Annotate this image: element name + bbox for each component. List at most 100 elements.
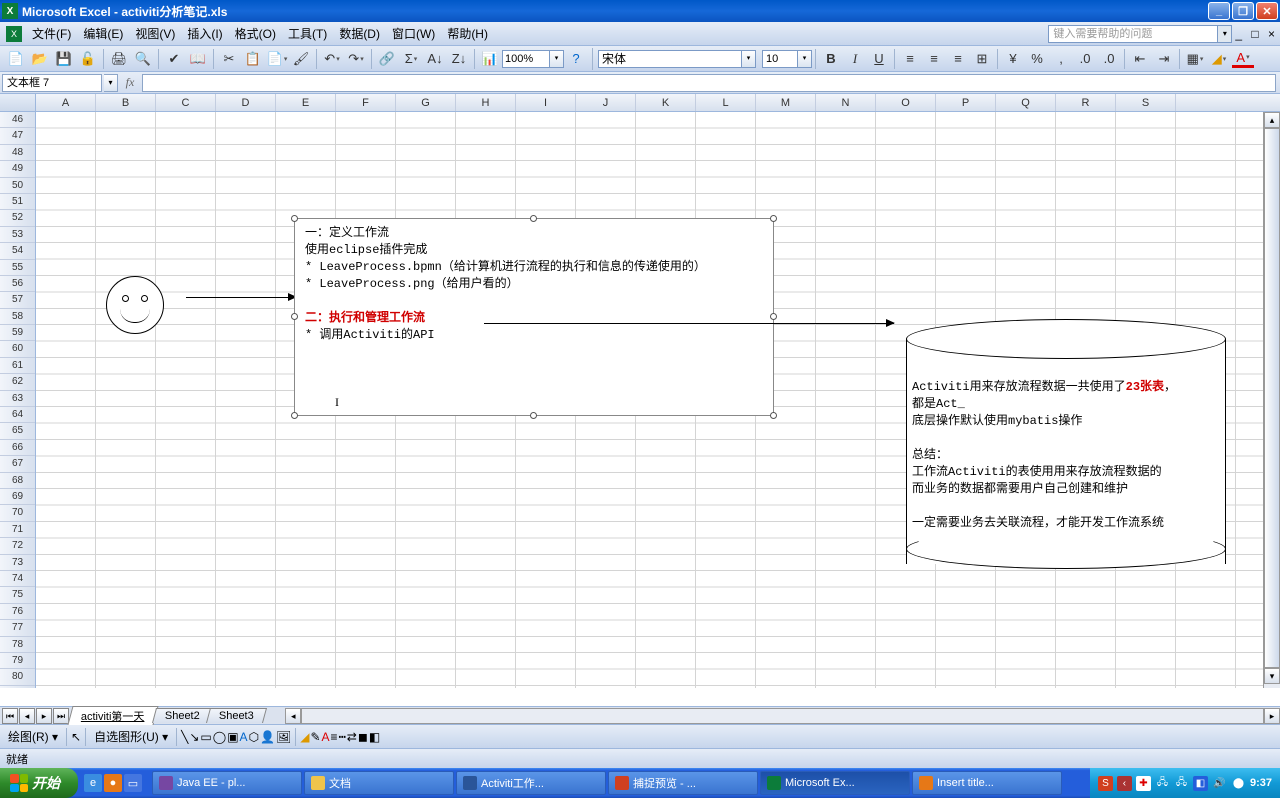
maximize-button[interactable]: ❐: [1232, 2, 1254, 20]
align-right-button[interactable]: ≡: [947, 48, 969, 70]
decrease-indent-button[interactable]: ⇤: [1129, 48, 1151, 70]
currency-button[interactable]: ¥: [1002, 48, 1024, 70]
column-header[interactable]: A: [36, 94, 96, 111]
row-header[interactable]: 73: [0, 555, 35, 571]
row-header[interactable]: 62: [0, 374, 35, 390]
oval-button[interactable]: ◯: [213, 730, 226, 744]
name-box[interactable]: 文本框 7: [2, 74, 102, 92]
column-header[interactable]: G: [396, 94, 456, 111]
textbox-button[interactable]: ▣: [227, 730, 238, 744]
tab-nav-prev[interactable]: ◂: [19, 708, 35, 724]
line-button[interactable]: ╲: [181, 730, 188, 744]
row-header[interactable]: 51: [0, 194, 35, 210]
percent-button[interactable]: %: [1026, 48, 1048, 70]
tab-nav-last[interactable]: ⏭: [53, 708, 69, 724]
row-header[interactable]: 74: [0, 571, 35, 587]
tray-health-icon[interactable]: ✚: [1136, 776, 1151, 791]
column-header[interactable]: D: [216, 94, 276, 111]
rectangle-button[interactable]: ▭: [200, 730, 211, 744]
column-header[interactable]: K: [636, 94, 696, 111]
row-header[interactable]: 67: [0, 456, 35, 472]
ie-icon[interactable]: e: [84, 774, 102, 792]
tray-clock[interactable]: 9:37: [1250, 777, 1272, 789]
start-button[interactable]: 开始: [0, 768, 78, 798]
row-header[interactable]: 66: [0, 440, 35, 456]
menu-tools[interactable]: 工具(T): [282, 23, 333, 44]
row-header[interactable]: 78: [0, 637, 35, 653]
zoom-dropdown[interactable]: ▾: [550, 50, 564, 68]
preview-button[interactable]: 🔍: [132, 48, 154, 70]
column-header[interactable]: M: [756, 94, 816, 111]
task-excel[interactable]: Microsoft Ex...: [760, 771, 910, 795]
tray-volume-icon[interactable]: 🔊: [1212, 776, 1227, 791]
column-header[interactable]: N: [816, 94, 876, 111]
sheet-tab-3[interactable]: Sheet3: [206, 708, 267, 723]
resize-handle[interactable]: [770, 215, 777, 222]
cut-button[interactable]: ✂: [218, 48, 240, 70]
row-header[interactable]: 56: [0, 276, 35, 292]
horizontal-scrollbar[interactable]: ◂ ▸: [285, 708, 1280, 724]
task-java-ee[interactable]: Java EE - pl...: [152, 771, 302, 795]
menu-edit[interactable]: 编辑(E): [77, 23, 129, 44]
column-header[interactable]: S: [1116, 94, 1176, 111]
scroll-left-button[interactable]: ◂: [285, 708, 301, 724]
row-header[interactable]: 54: [0, 243, 35, 259]
task-documents[interactable]: 文档: [304, 771, 454, 795]
cells-area[interactable]: 一：定义工作流 使用eclipse插件完成 * LeaveProcess.bpm…: [36, 112, 1280, 688]
menu-data[interactable]: 数据(D): [333, 23, 386, 44]
resize-handle[interactable]: [530, 412, 537, 419]
font-color-button[interactable]: A: [1232, 50, 1254, 68]
row-header[interactable]: 61: [0, 358, 35, 374]
row-header[interactable]: 71: [0, 522, 35, 538]
row-header[interactable]: 65: [0, 423, 35, 439]
select-objects-button[interactable]: ↖: [71, 730, 81, 744]
close-button[interactable]: ✕: [1256, 2, 1278, 20]
resize-handle[interactable]: [291, 215, 298, 222]
resize-handle[interactable]: [530, 215, 537, 222]
row-header[interactable]: 68: [0, 473, 35, 489]
tray-display-icon[interactable]: ◧: [1193, 776, 1208, 791]
worksheet-grid[interactable]: ABCDEFGHIJKLMNOPQRS 46474849505152535455…: [0, 94, 1280, 706]
column-header[interactable]: B: [96, 94, 156, 111]
underline-button[interactable]: U: [868, 48, 890, 70]
help-dropdown[interactable]: ▾: [1218, 25, 1232, 43]
line-style-button[interactable]: ≡: [331, 730, 338, 744]
workbook-icon[interactable]: X: [6, 26, 22, 42]
spelling-button[interactable]: ✔: [163, 48, 185, 70]
clipart-button[interactable]: 👤: [260, 730, 275, 744]
tray-chevron-icon[interactable]: ‹: [1117, 776, 1132, 791]
print-button[interactable]: 🖨: [108, 48, 130, 70]
sort-desc-button[interactable]: Z↓: [448, 48, 470, 70]
borders-button[interactable]: ▦: [1184, 48, 1206, 70]
scroll-up-button[interactable]: ▴: [1264, 112, 1280, 128]
new-button[interactable]: 📄: [5, 48, 27, 70]
resize-handle[interactable]: [770, 313, 777, 320]
row-header[interactable]: 59: [0, 325, 35, 341]
arrow-style-button[interactable]: ⇄: [347, 730, 357, 744]
menu-view[interactable]: 视图(V): [129, 23, 181, 44]
column-header[interactable]: O: [876, 94, 936, 111]
column-header[interactable]: Q: [996, 94, 1056, 111]
task-activiti[interactable]: Activiti工作...: [456, 771, 606, 795]
increase-indent-button[interactable]: ⇥: [1153, 48, 1175, 70]
menu-file[interactable]: 文件(F): [26, 23, 77, 44]
scroll-down-button[interactable]: ▾: [1264, 668, 1280, 684]
column-header[interactable]: I: [516, 94, 576, 111]
scroll-thumb[interactable]: [1264, 128, 1280, 668]
textbox-content[interactable]: 一：定义工作流 使用eclipse插件完成 * LeaveProcess.bpm…: [295, 219, 773, 417]
row-header[interactable]: 58: [0, 309, 35, 325]
help-search-input[interactable]: 键入需要帮助的问题: [1048, 25, 1218, 43]
font-color-button-draw[interactable]: A: [322, 730, 330, 744]
line-color-button[interactable]: ✎: [310, 730, 320, 744]
permission-button[interactable]: 🔓: [77, 48, 99, 70]
scroll-right-button[interactable]: ▸: [1264, 708, 1280, 724]
wordart-button[interactable]: A: [240, 730, 248, 744]
row-header[interactable]: 76: [0, 604, 35, 620]
chart-button[interactable]: 📊: [479, 48, 501, 70]
column-header[interactable]: E: [276, 94, 336, 111]
resize-handle[interactable]: [291, 313, 298, 320]
row-header[interactable]: 57: [0, 292, 35, 308]
align-left-button[interactable]: ≡: [899, 48, 921, 70]
tab-nav-next[interactable]: ▸: [36, 708, 52, 724]
vertical-scrollbar[interactable]: ▴ ▾: [1263, 112, 1280, 688]
